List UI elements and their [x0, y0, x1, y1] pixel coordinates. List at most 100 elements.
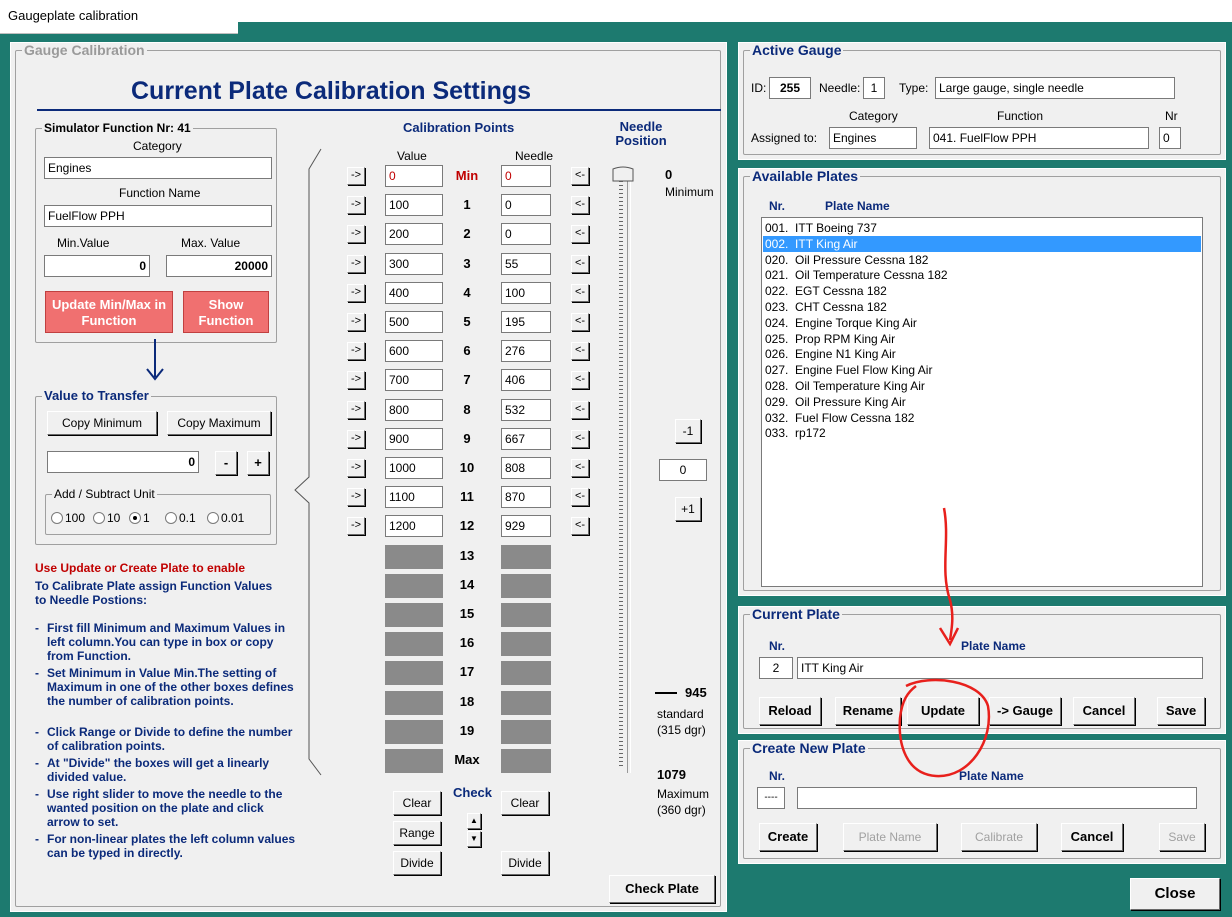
- set-value-arrow-button[interactable]: ->: [347, 342, 365, 360]
- plate-list-item[interactable]: 033. rp172: [763, 425, 1201, 441]
- current-cancel-button[interactable]: Cancel: [1073, 697, 1135, 725]
- set-value-arrow-button[interactable]: ->: [347, 371, 365, 389]
- plate-list-item[interactable]: 028. Oil Temperature King Air: [763, 378, 1201, 394]
- calibration-needle-field[interactable]: 0: [501, 194, 551, 216]
- set-value-arrow-button[interactable]: ->: [347, 430, 365, 448]
- max-value-field[interactable]: 20000: [166, 255, 272, 277]
- assigned-function-field[interactable]: 041. FuelFlow PPH: [929, 127, 1149, 149]
- update-min-max-button[interactable]: Update Min/Max in Function: [45, 291, 173, 333]
- current-nr-field[interactable]: 2: [759, 657, 793, 679]
- set-value-arrow-button[interactable]: ->: [347, 313, 365, 331]
- calibration-needle-field[interactable]: 276: [501, 340, 551, 362]
- calibration-needle-field[interactable]: 0: [501, 223, 551, 245]
- calibration-value-field[interactable]: 1000: [385, 457, 443, 479]
- slider-thumb[interactable]: [611, 165, 637, 185]
- divide-values-button[interactable]: Divide: [393, 851, 441, 875]
- current-name-field[interactable]: ITT King Air: [797, 657, 1203, 679]
- plate-list-item[interactable]: 029. Oil Pressure King Air: [763, 394, 1201, 410]
- calibration-needle-field[interactable]: 55: [501, 253, 551, 275]
- decrement-button[interactable]: -: [215, 451, 237, 475]
- get-needle-arrow-button[interactable]: <-: [571, 401, 589, 419]
- get-needle-arrow-button[interactable]: <-: [571, 488, 589, 506]
- plate-list-item[interactable]: 026. Engine N1 King Air: [763, 346, 1201, 362]
- calibration-value-field[interactable]: 0: [385, 165, 443, 187]
- calibration-value-field[interactable]: 200: [385, 223, 443, 245]
- calibration-needle-field[interactable]: 532: [501, 399, 551, 421]
- assigned-category-field[interactable]: Engines: [829, 127, 917, 149]
- clear-values-button[interactable]: Clear: [393, 791, 441, 815]
- plate-list-item[interactable]: 032. Fuel Flow Cessna 182: [763, 410, 1201, 426]
- plate-list-item[interactable]: 025. Prop RPM King Air: [763, 331, 1201, 347]
- create-save-button[interactable]: Save: [1159, 823, 1205, 851]
- check-down-button[interactable]: ▼: [467, 831, 481, 847]
- create-button[interactable]: Create: [759, 823, 817, 851]
- unit-radio[interactable]: [51, 512, 63, 524]
- plate-list-item[interactable]: 021. Oil Temperature Cessna 182: [763, 267, 1201, 283]
- calibration-value-field[interactable]: 100: [385, 194, 443, 216]
- needle-offset-field[interactable]: 0: [659, 459, 707, 481]
- calibration-needle-field[interactable]: 0: [501, 165, 551, 187]
- increment-button[interactable]: +: [247, 451, 269, 475]
- gauge-needle-field[interactable]: 1: [863, 77, 885, 99]
- check-plate-button[interactable]: Check Plate: [609, 875, 715, 903]
- plate-list-item[interactable]: 022. EGT Cessna 182: [763, 283, 1201, 299]
- plate-list-item[interactable]: 001. ITT Boeing 737: [763, 220, 1201, 236]
- calibration-value-field[interactable]: 500: [385, 311, 443, 333]
- calibration-value-field[interactable]: 1200: [385, 515, 443, 537]
- plate-list-item[interactable]: 024. Engine Torque King Air: [763, 315, 1201, 331]
- get-needle-arrow-button[interactable]: <-: [571, 284, 589, 302]
- gauge-id-field[interactable]: 255: [769, 77, 811, 99]
- set-value-arrow-button[interactable]: ->: [347, 401, 365, 419]
- get-needle-arrow-button[interactable]: <-: [571, 196, 589, 214]
- set-value-arrow-button[interactable]: ->: [347, 517, 365, 535]
- set-value-arrow-button[interactable]: ->: [347, 167, 365, 185]
- calibration-value-field[interactable]: 800: [385, 399, 443, 421]
- copy-maximum-button[interactable]: Copy Maximum: [167, 411, 271, 435]
- get-needle-arrow-button[interactable]: <-: [571, 517, 589, 535]
- clear-needles-button[interactable]: Clear: [501, 791, 549, 815]
- calibration-needle-field[interactable]: 406: [501, 369, 551, 391]
- set-value-arrow-button[interactable]: ->: [347, 225, 365, 243]
- get-needle-arrow-button[interactable]: <-: [571, 313, 589, 331]
- gauge-type-field[interactable]: Large gauge, single needle: [935, 77, 1175, 99]
- set-value-arrow-button[interactable]: ->: [347, 488, 365, 506]
- reload-button[interactable]: Reload: [759, 697, 821, 725]
- calibration-value-field[interactable]: 300: [385, 253, 443, 275]
- create-nr-field[interactable]: ----: [757, 787, 785, 809]
- set-value-arrow-button[interactable]: ->: [347, 284, 365, 302]
- needle-plus-one-button[interactable]: +1: [675, 497, 701, 521]
- range-button[interactable]: Range: [393, 821, 441, 845]
- set-value-arrow-button[interactable]: ->: [347, 196, 365, 214]
- calibration-value-field[interactable]: 1100: [385, 486, 443, 508]
- unit-radio[interactable]: [165, 512, 177, 524]
- sim-category-field[interactable]: Engines: [44, 157, 272, 179]
- divide-needles-button[interactable]: Divide: [501, 851, 549, 875]
- unit-radio[interactable]: [93, 512, 105, 524]
- calibration-needle-field[interactable]: 929: [501, 515, 551, 537]
- close-button[interactable]: Close: [1130, 878, 1220, 910]
- update-button[interactable]: Update: [907, 697, 979, 725]
- calibration-value-field[interactable]: 700: [385, 369, 443, 391]
- create-cancel-button[interactable]: Cancel: [1061, 823, 1123, 851]
- calibration-value-field[interactable]: 400: [385, 282, 443, 304]
- function-name-field[interactable]: FuelFlow PPH: [44, 205, 272, 227]
- get-needle-arrow-button[interactable]: <-: [571, 255, 589, 273]
- to-gauge-button[interactable]: -> Gauge: [989, 697, 1061, 725]
- get-needle-arrow-button[interactable]: <-: [571, 167, 589, 185]
- plate-name-button[interactable]: Plate Name: [843, 823, 937, 851]
- create-name-field[interactable]: [797, 787, 1197, 809]
- check-up-button[interactable]: ▲: [467, 813, 481, 829]
- transfer-value-field[interactable]: 0: [47, 451, 199, 473]
- needle-minus-one-button[interactable]: -1: [675, 419, 701, 443]
- show-function-button[interactable]: Show Function: [183, 291, 269, 333]
- get-needle-arrow-button[interactable]: <-: [571, 459, 589, 477]
- plate-list-item[interactable]: 023. CHT Cessna 182: [763, 299, 1201, 315]
- get-needle-arrow-button[interactable]: <-: [571, 225, 589, 243]
- calibration-needle-field[interactable]: 667: [501, 428, 551, 450]
- unit-radio[interactable]: [207, 512, 219, 524]
- plate-list-item[interactable]: 020. Oil Pressure Cessna 182: [763, 252, 1201, 268]
- calibration-needle-field[interactable]: 100: [501, 282, 551, 304]
- set-value-arrow-button[interactable]: ->: [347, 255, 365, 273]
- unit-radio[interactable]: [129, 512, 141, 524]
- copy-minimum-button[interactable]: Copy Minimum: [47, 411, 157, 435]
